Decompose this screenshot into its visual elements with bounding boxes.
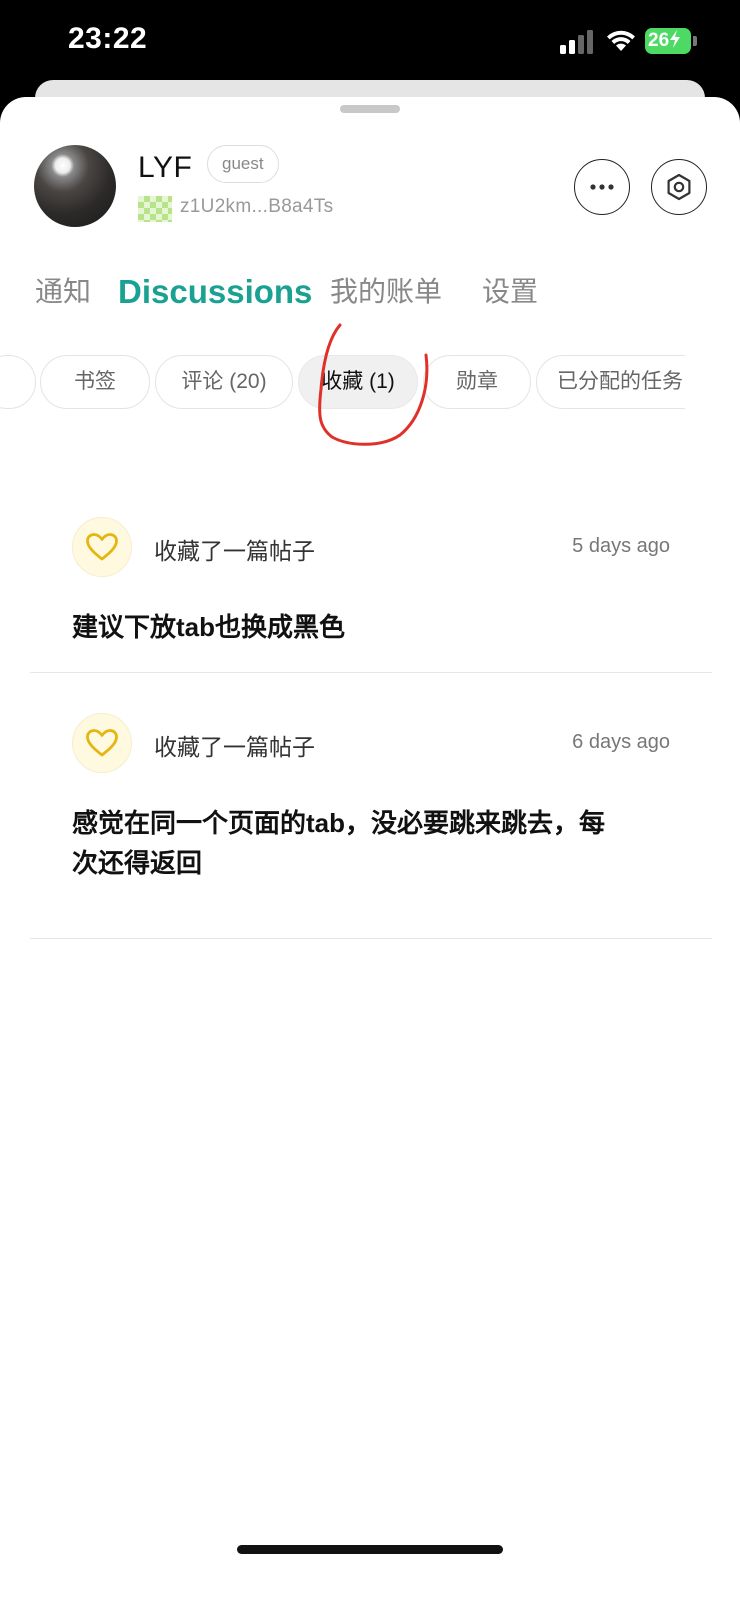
chip-favorites[interactable]: 收藏 (1) [298,355,418,409]
wallet-address[interactable]: z1U2km...B8a4Ts [180,196,333,218]
heart-icon [72,713,132,773]
more-options-button[interactable] [574,159,630,215]
ellipsis-icon [590,184,614,190]
role-badge: guest [207,145,279,183]
activity-feed: 收藏了一篇帖子 5 days ago 建议下放tab也换成黑色 收藏了一篇帖子 … [30,477,712,939]
list-item[interactable]: 收藏了一篇帖子 5 days ago 建议下放tab也换成黑色 [30,477,712,673]
user-name: LYF [138,151,193,184]
heart-icon [72,517,132,577]
tab-discussions[interactable]: Discussions [118,267,312,317]
battery-icon: 26 [645,28,691,54]
settings-button[interactable] [651,159,707,215]
chip-comments[interactable]: 评论 (20) [155,355,293,409]
post-title[interactable]: 感觉在同一个页面的tab，没必要跳来跳去，每次还得返回 [72,803,612,883]
sub-tab-bar[interactable]: 书签 评论 (20) 收藏 (1) 勋章 已分配的任务 [0,355,685,413]
chip-bookmarks[interactable]: 书签 [40,355,150,409]
home-indicator[interactable] [237,1545,503,1554]
post-title[interactable]: 建议下放tab也换成黑色 [72,607,612,647]
profile-sheet: LYF guest z1U2km...B8a4Ts 通知 Discussions… [0,97,740,1600]
tab-settings[interactable]: 设置 [482,267,538,317]
chip-badges[interactable]: 勋章 [423,355,531,409]
activity-text: 收藏了一篇帖子 [154,734,315,760]
main-tab-bar: 通知 Discussions 我的账单 设置 [0,267,740,317]
timestamp: 6 days ago [572,731,670,753]
chip-partial-left[interactable] [0,355,36,409]
avatar[interactable] [34,145,116,227]
status-time: 23:22 [68,22,148,55]
charging-bolt-icon [670,30,681,48]
list-item[interactable]: 收藏了一篇帖子 6 days ago 感觉在同一个页面的tab，没必要跳来跳去，… [30,673,712,939]
tab-my-bills[interactable]: 我的账单 [330,267,442,317]
tab-notifications[interactable]: 通知 [35,267,91,317]
battery-cap [693,36,697,46]
hexagon-settings-icon [667,173,691,201]
status-bar: 23:22 26 [0,0,740,85]
wallet-identicon-icon [138,196,172,222]
battery-level: 26 [648,30,670,51]
timestamp: 5 days ago [572,535,670,557]
cellular-signal-icon [560,30,593,54]
sheet-grabber[interactable] [340,105,400,113]
chip-assigned-tasks[interactable]: 已分配的任务 [536,355,685,409]
activity-text: 收藏了一篇帖子 [154,538,315,564]
wifi-icon [607,30,635,51]
